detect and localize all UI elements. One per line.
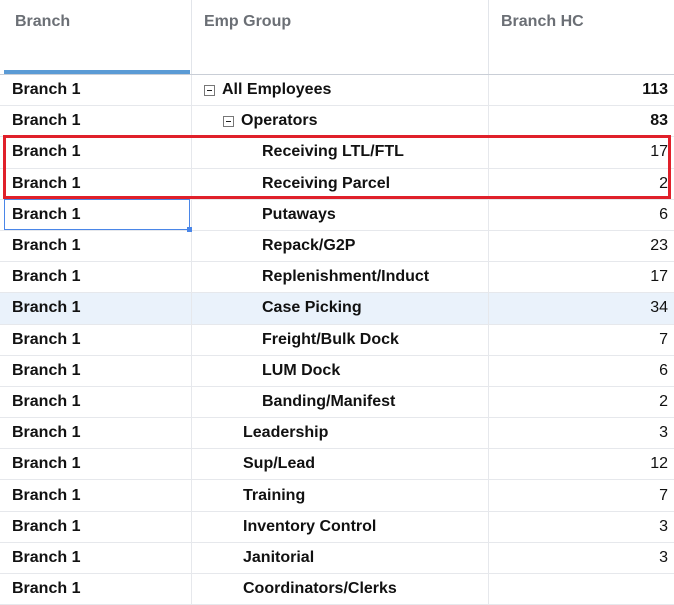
table-row[interactable]: Branch 1 Leadership 3 bbox=[0, 418, 674, 450]
group-label: All Employees bbox=[222, 81, 332, 99]
table-row[interactable]: Branch 1 Case Picking 34 bbox=[0, 293, 674, 325]
hc-cell[interactable]: 34 bbox=[488, 293, 668, 324]
group-cell[interactable]: Repack/G2P bbox=[191, 230, 487, 262]
column-header-emp-group[interactable]: Emp Group bbox=[191, 0, 487, 74]
group-cell[interactable]: Sup/Lead bbox=[191, 449, 487, 480]
branch-cell[interactable]: Branch 1 bbox=[0, 449, 190, 479]
branch-cell[interactable]: Branch 1 bbox=[0, 200, 190, 230]
hc-cell[interactable] bbox=[488, 574, 668, 605]
branch-cell[interactable]: Branch 1 bbox=[0, 356, 190, 386]
table-row[interactable]: Branch 1 Training 7 bbox=[0, 480, 674, 512]
branch-cell[interactable]: Branch 1 bbox=[0, 262, 190, 292]
table-row[interactable]: Branch 1 Banding/Manifest 2 bbox=[0, 386, 674, 419]
hc-cell[interactable]: 6 bbox=[488, 199, 668, 230]
branch-cell[interactable]: Branch 1 bbox=[0, 480, 190, 510]
branch-cell[interactable]: Branch 1 bbox=[0, 418, 190, 448]
table-row[interactable]: Branch 1 Repack/G2P 23 bbox=[0, 230, 674, 263]
table-body: Branch 1 All Employees 113 Branch 1 Oper… bbox=[0, 75, 674, 605]
branch-cell[interactable]: Branch 1 bbox=[0, 169, 190, 199]
hc-cell[interactable]: 3 bbox=[488, 418, 668, 449]
group-cell[interactable]: Inventory Control bbox=[191, 511, 487, 542]
hc-cell[interactable]: 12 bbox=[488, 449, 668, 480]
sort-indicator bbox=[4, 70, 190, 74]
group-cell[interactable]: Putaways bbox=[191, 199, 487, 230]
group-cell[interactable]: Leadership bbox=[191, 418, 487, 449]
branch-cell[interactable]: Branch 1 bbox=[0, 574, 190, 604]
table-row[interactable]: Branch 1 Operators 83 bbox=[0, 106, 674, 138]
column-header-branch[interactable]: Branch bbox=[0, 0, 190, 74]
group-label: Operators bbox=[241, 112, 318, 130]
hc-cell[interactable]: 113 bbox=[488, 75, 668, 106]
branch-cell[interactable]: Branch 1 bbox=[0, 512, 190, 542]
hc-cell[interactable]: 7 bbox=[488, 480, 668, 511]
table-row[interactable]: Branch 1 Replenishment/Induct 17 bbox=[0, 262, 674, 294]
branch-cell[interactable]: Branch 1 bbox=[0, 106, 190, 136]
group-cell[interactable]: LUM Dock bbox=[191, 355, 487, 386]
collapse-icon[interactable] bbox=[223, 115, 234, 127]
hc-cell[interactable]: 83 bbox=[488, 106, 668, 137]
pivot-table: Branch Emp Group Branch HC Branch 1 All … bbox=[0, 0, 674, 605]
column-header-branch-hc[interactable]: Branch HC bbox=[488, 0, 674, 74]
group-cell[interactable]: Operators bbox=[191, 106, 487, 137]
group-cell[interactable]: Banding/Manifest bbox=[191, 386, 487, 418]
group-cell[interactable]: Freight/Bulk Dock bbox=[191, 324, 487, 355]
hc-cell[interactable]: 3 bbox=[488, 511, 668, 542]
table-row[interactable]: Branch 1 Janitorial 3 bbox=[0, 542, 674, 574]
branch-cell[interactable]: Branch 1 bbox=[0, 137, 190, 167]
table-row[interactable]: Branch 1 All Employees 113 bbox=[0, 75, 674, 107]
hc-cell[interactable]: 6 bbox=[488, 355, 668, 386]
table-row[interactable]: Branch 1 Inventory Control 3 bbox=[0, 511, 674, 543]
branch-cell[interactable]: Branch 1 bbox=[0, 387, 190, 417]
group-cell[interactable]: Case Picking bbox=[191, 293, 487, 324]
branch-cell[interactable]: Branch 1 bbox=[0, 325, 190, 355]
collapse-icon[interactable] bbox=[204, 84, 215, 96]
hc-cell[interactable]: 17 bbox=[488, 137, 668, 168]
group-cell[interactable]: Replenishment/Induct bbox=[191, 262, 487, 293]
table-row[interactable]: Branch 1 Freight/Bulk Dock 7 bbox=[0, 324, 674, 356]
group-cell[interactable]: All Employees bbox=[191, 75, 487, 106]
hc-cell[interactable]: 2 bbox=[488, 168, 668, 199]
branch-cell[interactable]: Branch 1 bbox=[0, 293, 190, 323]
hc-cell[interactable]: 7 bbox=[488, 324, 668, 355]
table-row[interactable]: Branch 1 Receiving Parcel 2 bbox=[0, 168, 674, 200]
group-cell[interactable]: Training bbox=[191, 480, 487, 511]
group-cell[interactable]: Coordinators/Clerks bbox=[191, 574, 487, 605]
group-cell[interactable]: Janitorial bbox=[191, 542, 487, 573]
group-cell[interactable]: Receiving Parcel bbox=[191, 168, 487, 199]
table-row[interactable]: Branch 1 Receiving LTL/FTL 17 bbox=[0, 137, 674, 169]
hc-cell[interactable]: 17 bbox=[488, 262, 668, 293]
table-header: Branch Emp Group Branch HC bbox=[0, 0, 674, 75]
hc-cell[interactable]: 2 bbox=[488, 386, 668, 418]
branch-cell[interactable]: Branch 1 bbox=[0, 543, 190, 573]
hc-cell[interactable]: 23 bbox=[488, 230, 668, 262]
table-row[interactable]: Branch 1 LUM Dock 6 bbox=[0, 355, 674, 387]
branch-cell[interactable]: Branch 1 bbox=[0, 75, 190, 105]
table-row[interactable]: Branch 1 Coordinators/Clerks bbox=[0, 574, 674, 605]
table-row[interactable]: Branch 1 Sup/Lead 12 bbox=[0, 449, 674, 481]
table-row[interactable]: Branch 1 Putaways 6 bbox=[0, 199, 674, 231]
group-cell[interactable]: Receiving LTL/FTL bbox=[191, 137, 487, 168]
branch-cell[interactable]: Branch 1 bbox=[0, 231, 190, 261]
hc-cell[interactable]: 3 bbox=[488, 542, 668, 573]
